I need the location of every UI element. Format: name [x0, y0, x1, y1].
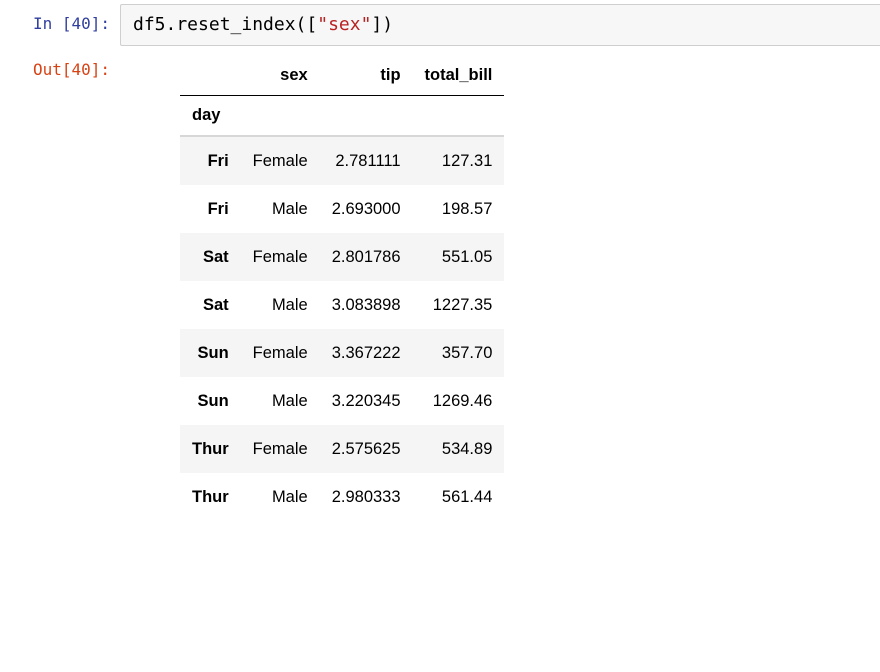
- table-row: Fri Female 2.781111 127.31: [180, 136, 504, 185]
- output-area: sex tip total_bill day Fri Female 2.7811…: [120, 50, 880, 521]
- code-input[interactable]: df5.reset_index(["sex"]): [120, 4, 880, 46]
- header-col-totalbill: total_bill: [413, 56, 505, 96]
- code-pre: df5.reset_index([: [133, 14, 317, 35]
- row-index: Thur: [180, 425, 241, 473]
- input-cell: In [40]: df5.reset_index(["sex"]): [0, 0, 880, 46]
- in-prefix: In [: [33, 14, 72, 33]
- table-row: Sun Male 3.220345 1269.46: [180, 377, 504, 425]
- cell-sex: Female: [241, 136, 320, 185]
- input-prompt: In [40]:: [0, 4, 120, 36]
- header-col-sex: sex: [241, 56, 320, 96]
- output-prompt: Out[40]:: [0, 50, 120, 82]
- cell-tip: 2.693000: [320, 185, 413, 233]
- row-index: Sun: [180, 329, 241, 377]
- dataframe-table: sex tip total_bill day Fri Female 2.7811…: [180, 56, 504, 521]
- cell-totalbill: 551.05: [413, 233, 505, 281]
- row-index: Sat: [180, 233, 241, 281]
- table-row: Sat Female 2.801786 551.05: [180, 233, 504, 281]
- output-cell: Out[40]: sex tip total_bill day: [0, 46, 880, 521]
- table-row: Thur Female 2.575625 534.89: [180, 425, 504, 473]
- cell-sex: Female: [241, 425, 320, 473]
- index-name: day: [180, 96, 241, 137]
- row-index: Thur: [180, 473, 241, 521]
- in-suffix: ]:: [91, 14, 110, 33]
- cell-totalbill: 561.44: [413, 473, 505, 521]
- out-prefix: Out[: [33, 60, 72, 79]
- code-string-literal: "sex": [317, 14, 371, 35]
- header-row: sex tip total_bill: [180, 56, 504, 96]
- out-number: 40: [71, 60, 90, 79]
- cell-tip: 3.367222: [320, 329, 413, 377]
- cell-totalbill: 127.31: [413, 136, 505, 185]
- cell-sex: Male: [241, 473, 320, 521]
- header-col-tip: tip: [320, 56, 413, 96]
- table-row: Sun Female 3.367222 357.70: [180, 329, 504, 377]
- row-index: Sat: [180, 281, 241, 329]
- cell-sex: Male: [241, 281, 320, 329]
- header-blank: [180, 56, 241, 96]
- cell-sex: Female: [241, 233, 320, 281]
- row-index: Sun: [180, 377, 241, 425]
- cell-totalbill: 534.89: [413, 425, 505, 473]
- cell-tip: 3.220345: [320, 377, 413, 425]
- cell-tip: 2.980333: [320, 473, 413, 521]
- table-row: Thur Male 2.980333 561.44: [180, 473, 504, 521]
- row-index: Fri: [180, 185, 241, 233]
- cell-totalbill: 198.57: [413, 185, 505, 233]
- cell-sex: Male: [241, 185, 320, 233]
- table-row: Fri Male 2.693000 198.57: [180, 185, 504, 233]
- row-index: Fri: [180, 136, 241, 185]
- index-name-row: day: [180, 96, 504, 137]
- out-suffix: ]:: [91, 60, 110, 79]
- cell-totalbill: 357.70: [413, 329, 505, 377]
- cell-tip: 2.575625: [320, 425, 413, 473]
- code-post: ]): [371, 14, 393, 35]
- in-number: 40: [71, 14, 90, 33]
- cell-tip: 2.801786: [320, 233, 413, 281]
- cell-sex: Male: [241, 377, 320, 425]
- table-row: Sat Male 3.083898 1227.35: [180, 281, 504, 329]
- cell-sex: Female: [241, 329, 320, 377]
- cell-tip: 3.083898: [320, 281, 413, 329]
- cell-totalbill: 1227.35: [413, 281, 505, 329]
- cell-totalbill: 1269.46: [413, 377, 505, 425]
- cell-tip: 2.781111: [320, 136, 413, 185]
